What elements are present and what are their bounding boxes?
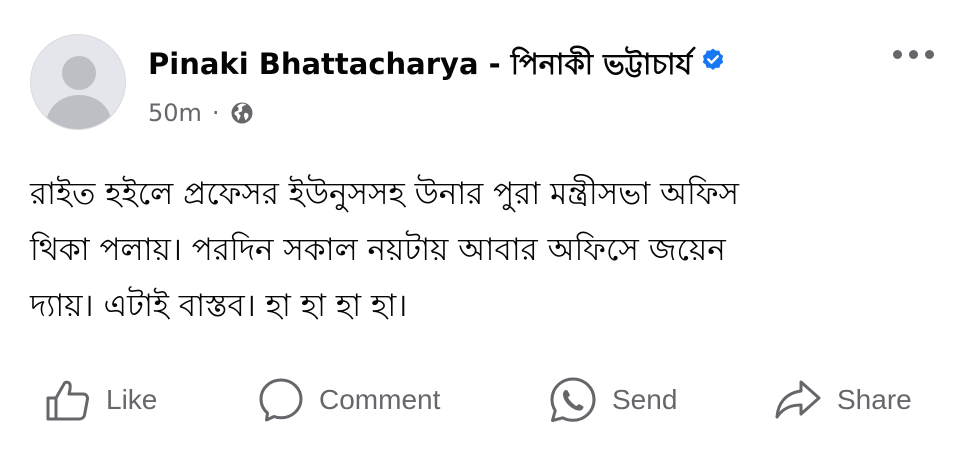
comment-button[interactable]: Comment [257, 370, 440, 430]
author-name[interactable]: Pinaki Bhattacharya - পিনাকী ভট্টাচার্য [148, 42, 726, 91]
more-options-button[interactable] [893, 44, 943, 64]
post-meta: 50m · [148, 99, 254, 127]
author-name-text[interactable]: Pinaki Bhattacharya - পিনাকী ভট্টাচার্য [148, 47, 692, 81]
globe-icon[interactable] [230, 101, 254, 125]
like-button[interactable]: Like [44, 370, 157, 430]
post-body-line: রাইত হইলে প্রফেসর ইউনুসসহ উনার পুরা মন্ত… [30, 176, 739, 212]
more-dot-icon [925, 49, 934, 59]
facebook-post: Pinaki Bhattacharya - পিনাকী ভট্টাচার্য … [0, 0, 966, 450]
post-body-line: থিকা পলায়। পরদিন সকাল নয়টায় আবার অফিস… [30, 232, 726, 268]
avatar[interactable] [30, 34, 126, 130]
send-button[interactable]: Send [548, 370, 677, 430]
comment-bubble-icon [257, 376, 305, 424]
share-button[interactable]: Share [773, 370, 912, 430]
send-label: Send [612, 384, 678, 415]
meta-separator: · [211, 99, 220, 127]
post-body: রাইত হইলে প্রফেসর ইউনুসসহ উনার পুরা মন্ত… [30, 166, 945, 334]
post-body-line: দ্যায়। এটাই বাস্তব। হা হা হা হা। [30, 288, 408, 324]
share-arrow-icon [773, 376, 823, 424]
comment-label: Comment [319, 384, 441, 415]
more-dot-icon [893, 49, 902, 59]
verified-badge-icon [700, 46, 726, 80]
default-avatar-icon [31, 35, 125, 129]
more-dot-icon [909, 49, 918, 59]
whatsapp-icon [548, 375, 598, 425]
thumbs-up-icon [44, 376, 92, 424]
post-actions-bar: Like Comment Send Share [0, 370, 966, 430]
timestamp[interactable]: 50m [148, 99, 202, 127]
like-label: Like [106, 384, 158, 415]
share-label: Share [837, 384, 912, 415]
